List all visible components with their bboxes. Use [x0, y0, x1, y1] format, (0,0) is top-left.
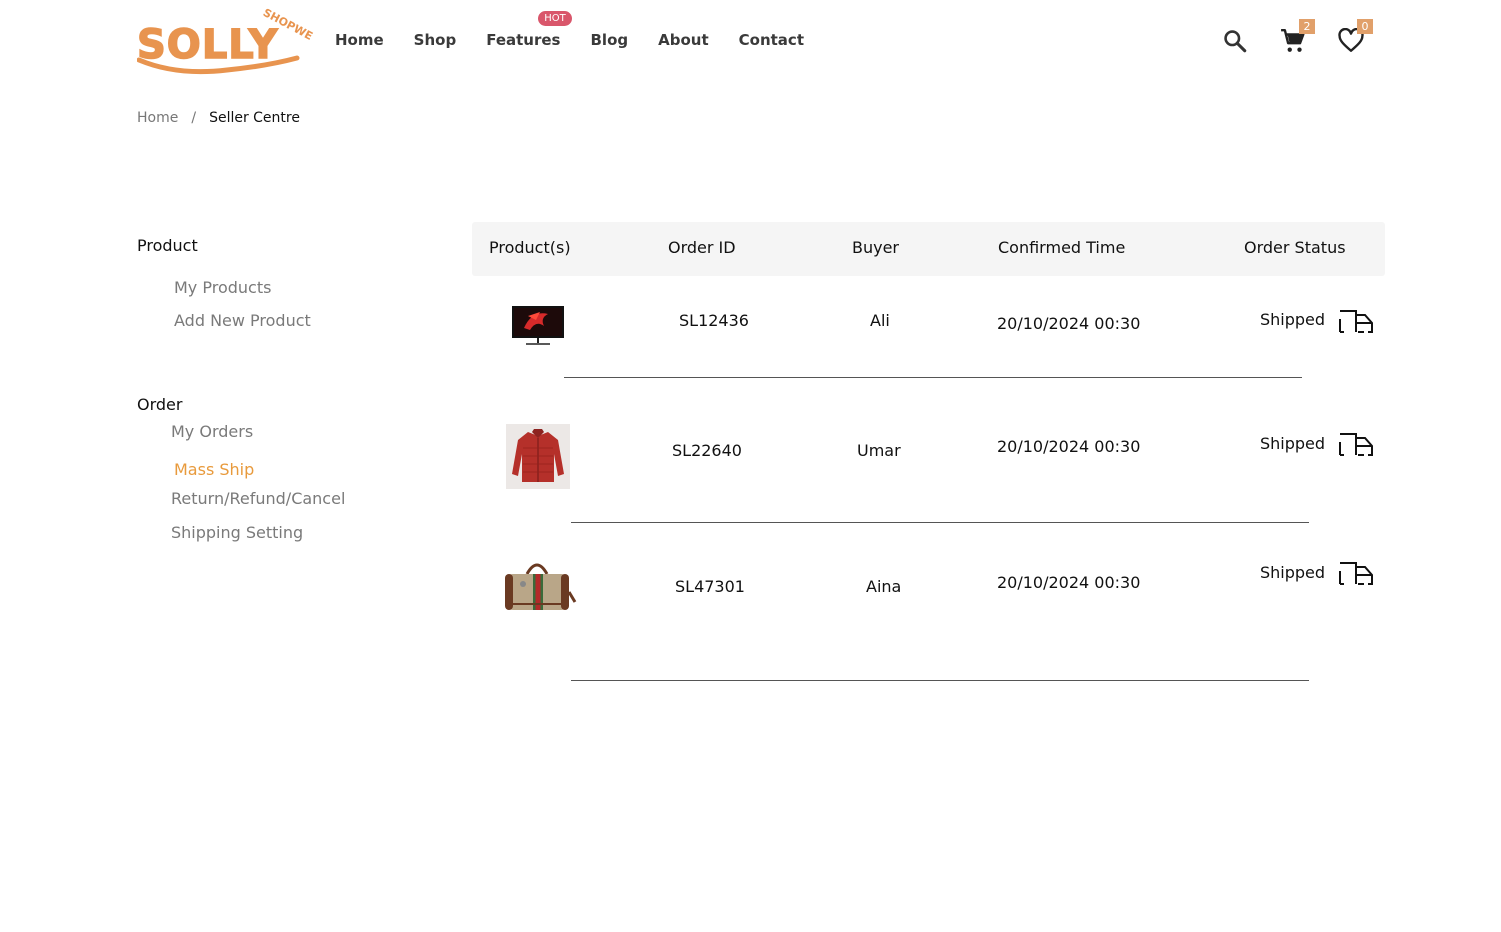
- brand-logo[interactable]: SOLLY SHOPWE: [136, 6, 315, 76]
- shipping-truck-icon[interactable]: [1338, 309, 1374, 333]
- cart-count-badge: 2: [1299, 19, 1315, 34]
- sidebar-heading-product: Product: [137, 236, 198, 255]
- wishlist-count-badge: 0: [1357, 19, 1373, 34]
- sidebar-heading-order: Order: [137, 395, 183, 414]
- sidebar-item-add-new-product[interactable]: Add New Product: [174, 311, 311, 330]
- nav-home[interactable]: Home: [335, 31, 384, 49]
- breadcrumb-separator: /: [191, 110, 197, 126]
- buyer-name: Aina: [866, 577, 902, 596]
- column-header-products[interactable]: Product(s): [489, 238, 571, 257]
- sidebar-item-my-products[interactable]: My Products: [174, 278, 271, 297]
- logo-swoosh-icon: [137, 55, 300, 75]
- nav-contact[interactable]: Contact: [739, 31, 804, 49]
- order-status: Shipped: [1260, 563, 1326, 582]
- shipping-truck-icon[interactable]: [1338, 561, 1374, 585]
- row-divider: [564, 377, 1302, 378]
- column-header-order-id[interactable]: Order ID: [668, 238, 736, 257]
- nav-features[interactable]: Features HOT: [486, 11, 572, 49]
- main-nav: Home Shop Features HOT Blog About Contac…: [335, 11, 834, 49]
- column-header-confirmed-time[interactable]: Confirmed Time: [998, 238, 1125, 257]
- buyer-name: Ali: [870, 311, 890, 330]
- order-id: SL12436: [679, 311, 749, 330]
- product-thumbnail-red-jacket[interactable]: [506, 424, 570, 489]
- confirmed-time: 20/10/2024 00:30: [997, 314, 1141, 333]
- column-header-order-status[interactable]: Order Status: [1244, 238, 1346, 257]
- confirmed-time: 20/10/2024 00:30: [997, 573, 1141, 592]
- order-status: Shipped: [1260, 310, 1326, 329]
- sidebar-item-mass-ship[interactable]: Mass Ship: [174, 460, 254, 479]
- breadcrumb-current: Seller Centre: [209, 110, 300, 126]
- sidebar-item-shipping-setting[interactable]: Shipping Setting: [171, 523, 303, 542]
- hot-badge: HOT: [538, 11, 572, 26]
- nav-about[interactable]: About: [658, 31, 709, 49]
- order-id: SL22640: [672, 441, 742, 460]
- order-id: SL47301: [675, 577, 745, 596]
- sidebar-item-my-orders[interactable]: My Orders: [171, 422, 253, 441]
- row-divider: [571, 680, 1309, 681]
- shipping-truck-icon[interactable]: [1338, 432, 1374, 456]
- orders-table-header: Product(s) Order ID Buyer Confirmed Time…: [472, 222, 1385, 276]
- product-thumbnail-duffel-bag[interactable]: [499, 554, 577, 614]
- buyer-name: Umar: [857, 441, 901, 460]
- order-status: Shipped: [1260, 434, 1326, 453]
- product-thumbnail-monitor[interactable]: [510, 304, 566, 348]
- nav-shop[interactable]: Shop: [414, 31, 457, 49]
- column-header-buyer[interactable]: Buyer: [852, 238, 899, 257]
- confirmed-time: 20/10/2024 00:30: [997, 437, 1141, 456]
- nav-blog[interactable]: Blog: [591, 31, 629, 49]
- breadcrumb-home[interactable]: Home: [137, 110, 178, 126]
- breadcrumb: Home / Seller Centre: [137, 110, 300, 126]
- search-icon[interactable]: [1222, 28, 1250, 56]
- nav-features-label: Features: [486, 31, 561, 49]
- sidebar-item-return-refund-cancel[interactable]: Return/Refund/Cancel: [171, 489, 345, 508]
- row-divider: [571, 522, 1309, 523]
